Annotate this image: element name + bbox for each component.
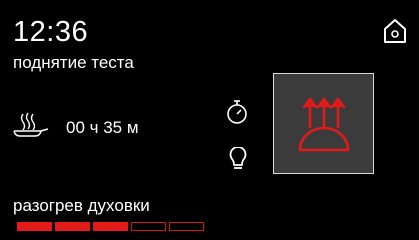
top-heat-icon [298, 96, 350, 152]
progress-segment [169, 222, 204, 231]
oven-display: 12:36 поднятие теста 00 ч 35 м разогрев … [0, 0, 419, 240]
clock-time: 12:36 [13, 16, 89, 48]
cooking-duration[interactable]: 00 ч 35 м [66, 118, 139, 138]
progress-segment [55, 222, 90, 231]
program-name: поднятие теста [13, 53, 134, 72]
progress-segment [17, 222, 52, 231]
progress-segment [131, 222, 166, 231]
lightbulb-icon[interactable] [228, 146, 248, 173]
top-heat-mode-button[interactable] [273, 73, 374, 174]
progress-segment [93, 222, 128, 231]
stopwatch-icon[interactable] [226, 99, 248, 125]
steam-pan-icon [12, 110, 50, 138]
preheat-progress-bar [17, 222, 204, 231]
preheat-status: разогрев духовки [13, 196, 150, 215]
home-icon[interactable] [383, 18, 407, 44]
